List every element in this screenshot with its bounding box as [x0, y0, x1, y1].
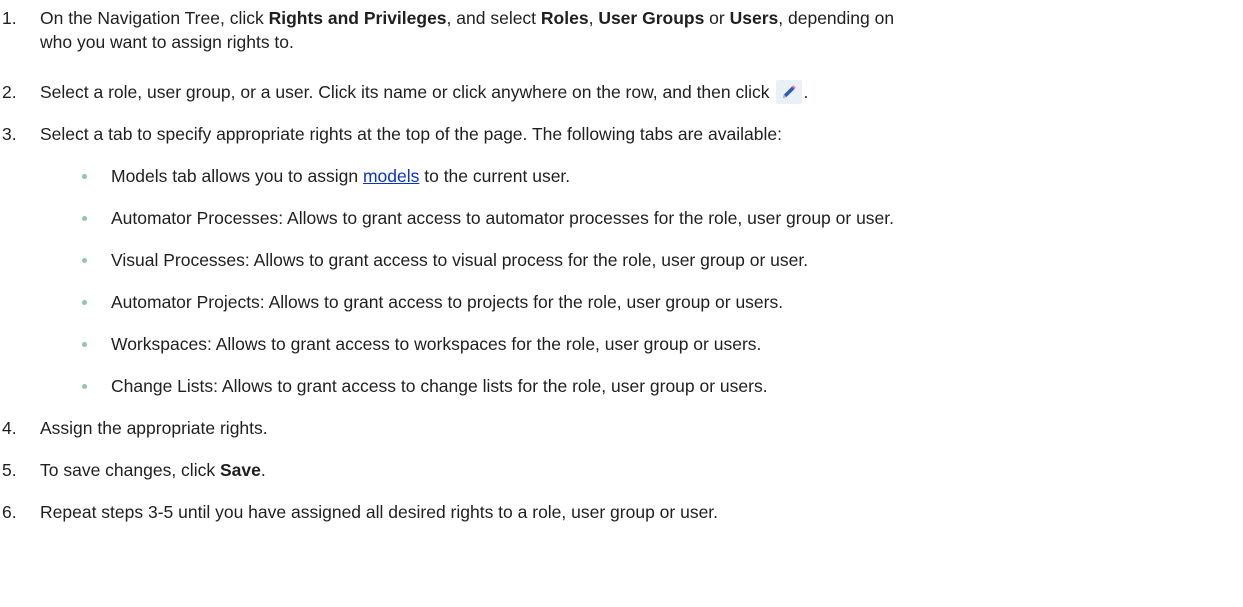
change-lists-text: Change Lists: Allows to grant access to …: [111, 376, 768, 396]
step-text-part: .: [260, 460, 266, 480]
pencil-edit-icon: [775, 80, 802, 104]
automator-projects-text: Automator Projects: Allows to grant acce…: [111, 292, 784, 312]
bullet-icon: [82, 384, 87, 389]
roles-label: Roles: [540, 8, 589, 28]
user-groups-label: User Groups: [598, 8, 705, 28]
step-text-part: Select a role, user group, or a user. Cl…: [40, 82, 770, 102]
list-item-text: to the current user.: [419, 166, 571, 186]
step-text-part: On the Navigation Tree, click: [40, 8, 269, 28]
bullet-icon: [82, 174, 87, 179]
step-text: Select a role, user group, or a user. Cl…: [40, 80, 1238, 104]
workspaces-text: Workspaces: Allows to grant access to wo…: [111, 334, 762, 354]
step-text-part: or: [704, 8, 730, 28]
visual-processes-text: Visual Processes: Allows to grant access…: [111, 250, 809, 270]
step-number: 6.: [2, 502, 17, 522]
step-text: Repeat steps 3-5 until you have assigned…: [40, 502, 719, 522]
step-text: Assign the appropriate rights.: [40, 418, 268, 438]
step-text-part: , depending on: [778, 8, 895, 28]
step-number: 4.: [2, 418, 17, 438]
step-number: 3.: [2, 124, 17, 144]
step-text-part: To save changes, click: [40, 460, 220, 480]
step-text-part: ,: [588, 8, 599, 28]
step-number: 1.: [2, 8, 17, 28]
bullet-icon: [82, 342, 87, 347]
step-text-continued: who you want to assign rights to.: [40, 32, 294, 52]
step-text-part: , and select: [446, 8, 541, 28]
step-number: 5.: [2, 460, 17, 480]
list-item-text: Models tab allows you to assign: [111, 166, 363, 186]
bullet-icon: [82, 300, 87, 305]
users-label: Users: [729, 8, 779, 28]
models-link[interactable]: models: [363, 166, 419, 186]
bullet-icon: [82, 258, 87, 263]
step-text: Select a tab to specify appropriate righ…: [40, 124, 782, 144]
step-text-part: .: [803, 82, 809, 102]
rights-and-privileges-label: Rights and Privileges: [268, 8, 447, 28]
bullet-icon: [82, 216, 87, 221]
models-tab-text: Models tab allows you to assign models t…: [111, 164, 570, 188]
step-text: On the Navigation Tree, click Rights and…: [40, 6, 1238, 30]
save-label: Save: [219, 460, 261, 480]
step-number: 2.: [2, 82, 17, 102]
step-text: To save changes, click Save.: [40, 458, 1238, 482]
automator-processes-text: Automator Processes: Allows to grant acc…: [111, 208, 895, 228]
